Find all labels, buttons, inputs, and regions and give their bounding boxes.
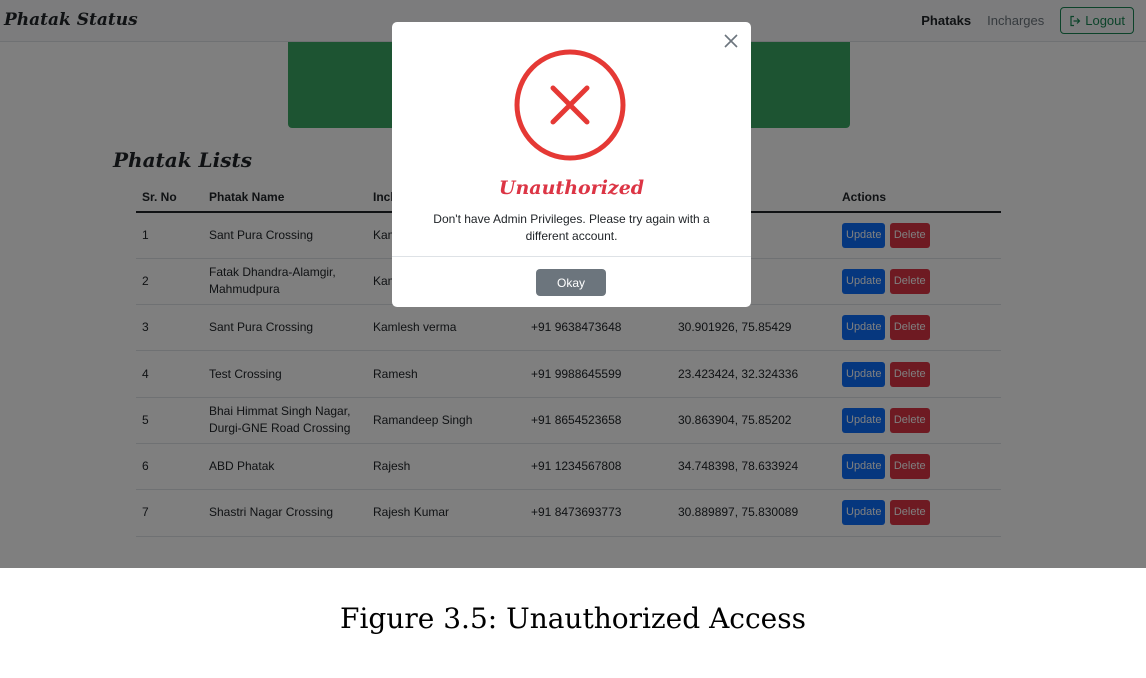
close-icon[interactable] bbox=[723, 33, 739, 49]
error-x-circle-icon bbox=[514, 49, 626, 161]
figure-caption: Figure 3.5: Unauthorized Access bbox=[340, 602, 806, 635]
okay-button[interactable]: Okay bbox=[536, 269, 606, 296]
modal-message: Don't have Admin Privileges. Please try … bbox=[433, 212, 710, 243]
app-screenshot: Phatak Status Phataks Incharges Logout P… bbox=[0, 0, 1146, 568]
modal-title: Unauthorized bbox=[498, 177, 645, 199]
unauthorized-modal: Unauthorized Don't have Admin Privileges… bbox=[392, 22, 751, 307]
modal-divider bbox=[392, 256, 751, 257]
